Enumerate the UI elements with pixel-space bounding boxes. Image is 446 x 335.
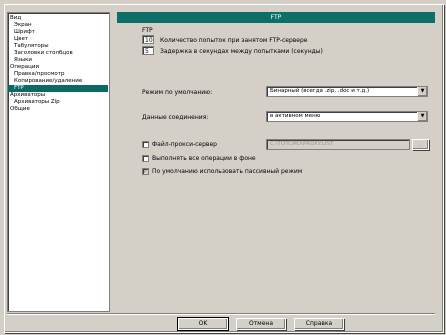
chevron-down-icon[interactable]: ▼ [417,112,427,121]
transfer-mode-value: Бинарный (всегда .zip, .doc и т.д.) [270,88,370,94]
tree-item-operations[interactable]: Операции [10,64,39,71]
tree-item-tabs[interactable]: Табуляторы [14,43,49,50]
tree-item-ftp[interactable]: FTP [8,85,108,92]
transfer-mode-label: Режим по умолчанию: [142,89,213,96]
tree-item-edit-view[interactable]: Правка/просмотр [14,71,64,78]
background-ops-checkbox[interactable] [142,155,149,162]
delay-label: Задержка в секундах между попытками (сек… [160,48,323,55]
proxy-path-input[interactable]: C:\TOTCMD\PROXY.LIST [266,139,410,150]
tree-item-copy-delete[interactable]: Копирование/удаление [14,78,82,85]
proxy-checkbox[interactable] [142,141,149,148]
tree-item-screen[interactable]: Экран [14,22,32,29]
passive-mode-label: По умолчанию использовать пассивный режи… [152,168,303,175]
cancel-button[interactable]: Отмена [236,318,286,330]
options-tree[interactable]: Вид Экран Шрифт Цвет Табуляторы Заголовк… [7,12,110,312]
connection-select[interactable]: в активном меню ▼ [266,111,428,122]
help-button[interactable]: Справка [294,318,344,330]
tree-item-color[interactable]: Цвет [14,36,28,43]
connection-label: Данные соединения: [142,114,209,121]
chevron-down-icon[interactable]: ▼ [417,87,427,96]
section-label: FTP [142,27,153,34]
bottom-divider [7,313,435,315]
tree-item-general[interactable]: Общие [10,106,30,113]
tree-item-zip-archivers[interactable]: Архиваторы Zip [14,99,60,106]
background-ops-label: Выполнять все операции в фоне [152,155,256,162]
tree-item-languages[interactable]: Языки [14,57,32,64]
connection-value: в активном меню [270,113,321,119]
browse-button[interactable]: ... [412,139,429,150]
transfer-mode-select[interactable]: Бинарный (всегда .zip, .doc и т.д.) ▼ [266,86,428,97]
proxy-label: Файл-прокси-сервер [152,141,217,148]
tree-item-column-headers[interactable]: Заголовки столбцов [14,50,73,57]
panel-title: FTP [117,12,435,23]
tree-item-view[interactable]: Вид [10,15,21,22]
delay-input[interactable]: 5 [142,46,154,55]
tree-item-archivers[interactable]: Архиваторы [10,92,45,99]
passive-mode-checkbox[interactable]: ✓ [142,168,149,175]
retries-label: Количество попыток при занятом FTP-серве… [160,37,308,44]
ok-button[interactable]: OK [177,317,229,331]
tree-item-font[interactable]: Шрифт [14,29,35,36]
retries-input[interactable]: 10 [142,35,154,44]
